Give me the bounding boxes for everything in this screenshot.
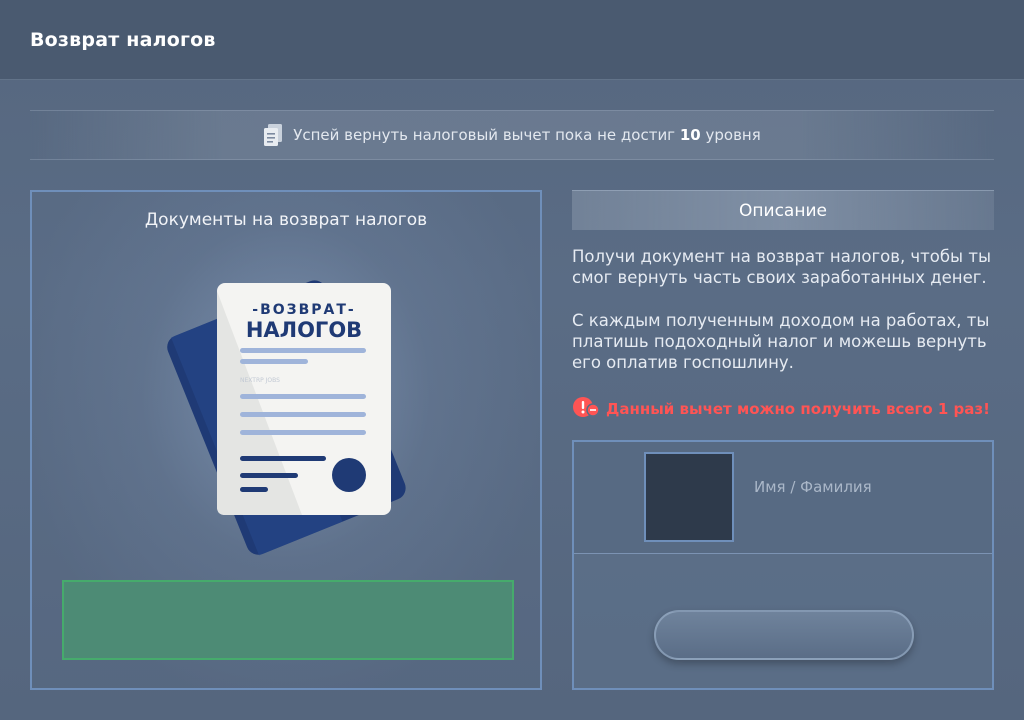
banner-text: Успей вернуть налоговый вычет пока не до… [293,126,761,144]
documents-panel: Документы на возврат налогов -ВОЗВРАТ- Н… [30,190,542,690]
banner-level: 10 [679,126,701,144]
warning-icon [572,396,600,422]
document-title-main: НАЛОГОВ [246,318,362,342]
description-column: Описание Получи документ на возврат нало… [572,190,994,690]
description-header: Описание [572,190,994,230]
page-title: Возврат налогов [30,28,216,51]
top-bar: Возврат налогов [0,0,1024,80]
description-paragraph-1: Получи документ на возврат налогов, чтоб… [572,247,991,287]
get-document-button[interactable] [62,580,514,660]
avatar-photo [644,452,734,542]
one-time-warning: Данный вычет можно получить всего 1 раз! [572,397,994,421]
document-title-top: -ВОЗВРАТ- [252,302,355,318]
documents-panel-title: Документы на возврат налогов [144,210,428,230]
description-text: Получи документ на возврат налогов, чтоб… [572,246,994,395]
banner-text-after: уровня [705,126,761,144]
tax-document-illustration: -ВОЗВРАТ- НАЛОГОВ NEXTRP JOBS [167,280,406,556]
description-paragraph-2: С каждым полученным доходом на работах, … [572,311,990,372]
document-brand: NEXTRP JOBS [240,377,280,384]
warning-text: Данный вычет можно получить всего 1 раз! [606,400,990,418]
banner-text-before: Успей вернуть налоговый вычет пока не до… [293,126,676,144]
document-icon [263,123,283,147]
name-surname-label: Имя / Фамилия [754,478,872,496]
identity-card: Имя / Фамилия [572,440,994,690]
identity-card-header: Имя / Фамилия [574,442,992,554]
confirm-button[interactable] [654,610,914,660]
level-banner: Успей вернуть налоговый вычет пока не до… [30,110,994,160]
